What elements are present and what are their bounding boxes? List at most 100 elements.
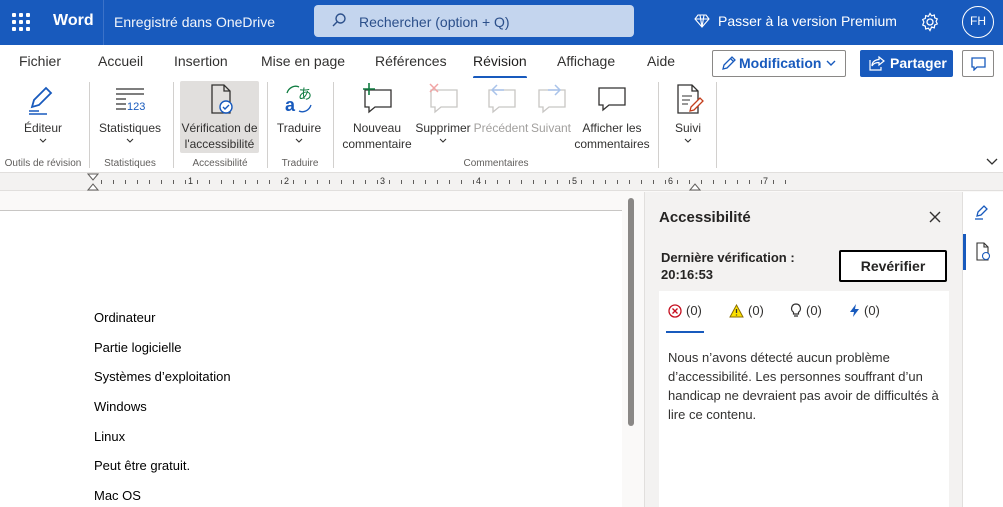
document-line[interactable]: Windows	[94, 399, 147, 414]
vertical-scrollbar[interactable]	[628, 198, 634, 426]
next-comment-button[interactable]: Suivant	[529, 81, 573, 136]
ruler-tick	[773, 180, 774, 184]
premium-link[interactable]: Passer à la version Premium	[694, 13, 897, 29]
translate-button[interactable]: aあ Traduire	[273, 81, 325, 143]
tab-accueil[interactable]: Accueil	[98, 53, 143, 69]
word-count-icon: 123	[116, 88, 145, 113]
accessibility-pane-icon[interactable]	[974, 242, 992, 262]
tab-mise-en-page[interactable]: Mise en page	[261, 53, 345, 69]
tab-warnings[interactable]: (0)	[729, 303, 764, 318]
editor-pane-icon[interactable]	[974, 203, 992, 221]
tab-affichage[interactable]: Affichage	[557, 53, 615, 69]
tab-errors[interactable]: (0)	[666, 303, 704, 333]
tab-intelligent-services[interactable]: (0)	[849, 303, 880, 318]
close-icon[interactable]	[929, 211, 941, 223]
chevron-down-icon	[39, 138, 47, 143]
app-name[interactable]: Word	[53, 12, 94, 30]
document-line[interactable]: Systèmes d’exploitation	[94, 369, 231, 384]
collapse-ribbon-icon[interactable]	[986, 158, 998, 166]
new-comment-icon	[363, 83, 392, 114]
warning-icon	[729, 303, 744, 318]
tab-references[interactable]: Références	[375, 53, 447, 69]
search-placeholder: Rechercher (option + Q)	[359, 14, 510, 30]
search-icon	[332, 13, 346, 27]
document-line[interactable]: Linux	[94, 429, 125, 444]
document-line[interactable]: Peut être gratuit.	[94, 458, 190, 473]
ruler-label: 7	[763, 176, 769, 186]
tab-fichier[interactable]: Fichier	[19, 53, 61, 69]
search-box[interactable]: Rechercher (option + Q)	[314, 5, 634, 37]
accessibility-label-1: Vérification de	[181, 121, 258, 135]
recheck-button[interactable]: Revérifier	[839, 250, 947, 282]
ruler-tick	[341, 180, 342, 184]
next-comment-icon	[538, 84, 566, 114]
svg-text:123: 123	[127, 101, 145, 113]
ruler-tick	[305, 180, 306, 184]
group-label-translate: Traduire	[281, 158, 319, 169]
tab-revision[interactable]: Révision	[473, 53, 527, 79]
show-comments-button[interactable]: Afficher les commentaires	[574, 81, 650, 152]
share-icon	[869, 56, 885, 71]
group-separator	[333, 82, 334, 168]
lightbulb-icon	[790, 303, 802, 317]
tab-tips[interactable]: (0)	[790, 303, 822, 318]
save-status[interactable]: Enregistré dans OneDrive	[114, 14, 275, 30]
delete-comment-icon	[429, 83, 458, 114]
track-changes-button[interactable]: Suivi	[666, 81, 710, 143]
chevron-down-icon	[439, 138, 447, 143]
previous-comment-button[interactable]: Précédent	[473, 81, 529, 136]
ruler-tick	[317, 180, 318, 184]
check-accessibility-button[interactable]: Vérification de l'accessibilité	[180, 81, 259, 153]
ruler-tick	[209, 180, 210, 184]
error-icon	[668, 304, 682, 318]
ruler[interactable]: 1 2 3 4 5 6 7	[0, 173, 1003, 191]
share-label: Partager	[890, 55, 947, 71]
ruler-tick	[377, 180, 378, 184]
comments-pane-button[interactable]	[962, 50, 994, 77]
app-launcher-icon[interactable]	[12, 13, 30, 31]
chevron-down-icon	[126, 138, 134, 143]
document-line[interactable]: Partie logicielle	[94, 340, 181, 355]
side-rail	[962, 192, 1003, 507]
ruler-tick	[677, 180, 678, 184]
ruler-tick	[389, 180, 390, 184]
delete-label: Supprimer	[415, 121, 471, 135]
ruler-tick	[125, 180, 126, 184]
ruler-tick	[197, 180, 198, 184]
ruler-tick	[509, 180, 510, 184]
ruler-tick	[473, 180, 474, 184]
document-canvas[interactable]: Ordinateur Partie logicielle Systèmes d’…	[0, 192, 644, 507]
group-separator	[267, 82, 268, 168]
avatar[interactable]: FH	[962, 6, 994, 38]
ruler-tick	[497, 180, 498, 184]
tab-insertion[interactable]: Insertion	[174, 53, 228, 69]
previous-label: Précédent	[473, 121, 529, 135]
gear-icon[interactable]	[920, 12, 940, 32]
ruler-tick	[785, 180, 786, 184]
document-line[interactable]: Ordinateur	[94, 310, 155, 325]
right-indent-marker-icon[interactable]	[689, 183, 701, 191]
track-changes-icon	[677, 84, 704, 114]
document-page[interactable]: Ordinateur Partie logicielle Systèmes d’…	[0, 210, 622, 507]
word-count-button[interactable]: 123 Statistiques	[96, 81, 164, 143]
indent-marker-icon[interactable]	[87, 173, 99, 191]
editor-button[interactable]: Éditeur	[12, 81, 74, 143]
ribbon: Éditeur 123 Statistiques Vérification de…	[0, 78, 1003, 173]
premium-label: Passer à la version Premium	[718, 13, 897, 29]
ruler-tick	[569, 180, 570, 184]
group-separator	[173, 82, 174, 168]
ruler-tick	[101, 180, 102, 184]
delete-comment-button[interactable]: Supprimer	[414, 81, 472, 143]
editing-mode-button[interactable]: Modification	[712, 50, 846, 77]
pencil-icon	[722, 56, 736, 70]
group-label-accessibility: Accessibilité	[192, 158, 248, 169]
ruler-tick	[425, 180, 426, 184]
accessibility-check-icon	[210, 84, 233, 114]
results-panel: (0) (0) (0) (0) Nous n’avons détecté auc…	[659, 291, 949, 507]
share-button[interactable]: Partager	[860, 50, 953, 77]
tab-aide[interactable]: Aide	[647, 53, 675, 69]
group-label-stats: Statistiques	[104, 158, 156, 169]
ruler-tick	[653, 180, 654, 184]
new-comment-button[interactable]: Nouveau commentaire	[340, 81, 414, 152]
document-line[interactable]: Mac OS	[94, 488, 141, 503]
